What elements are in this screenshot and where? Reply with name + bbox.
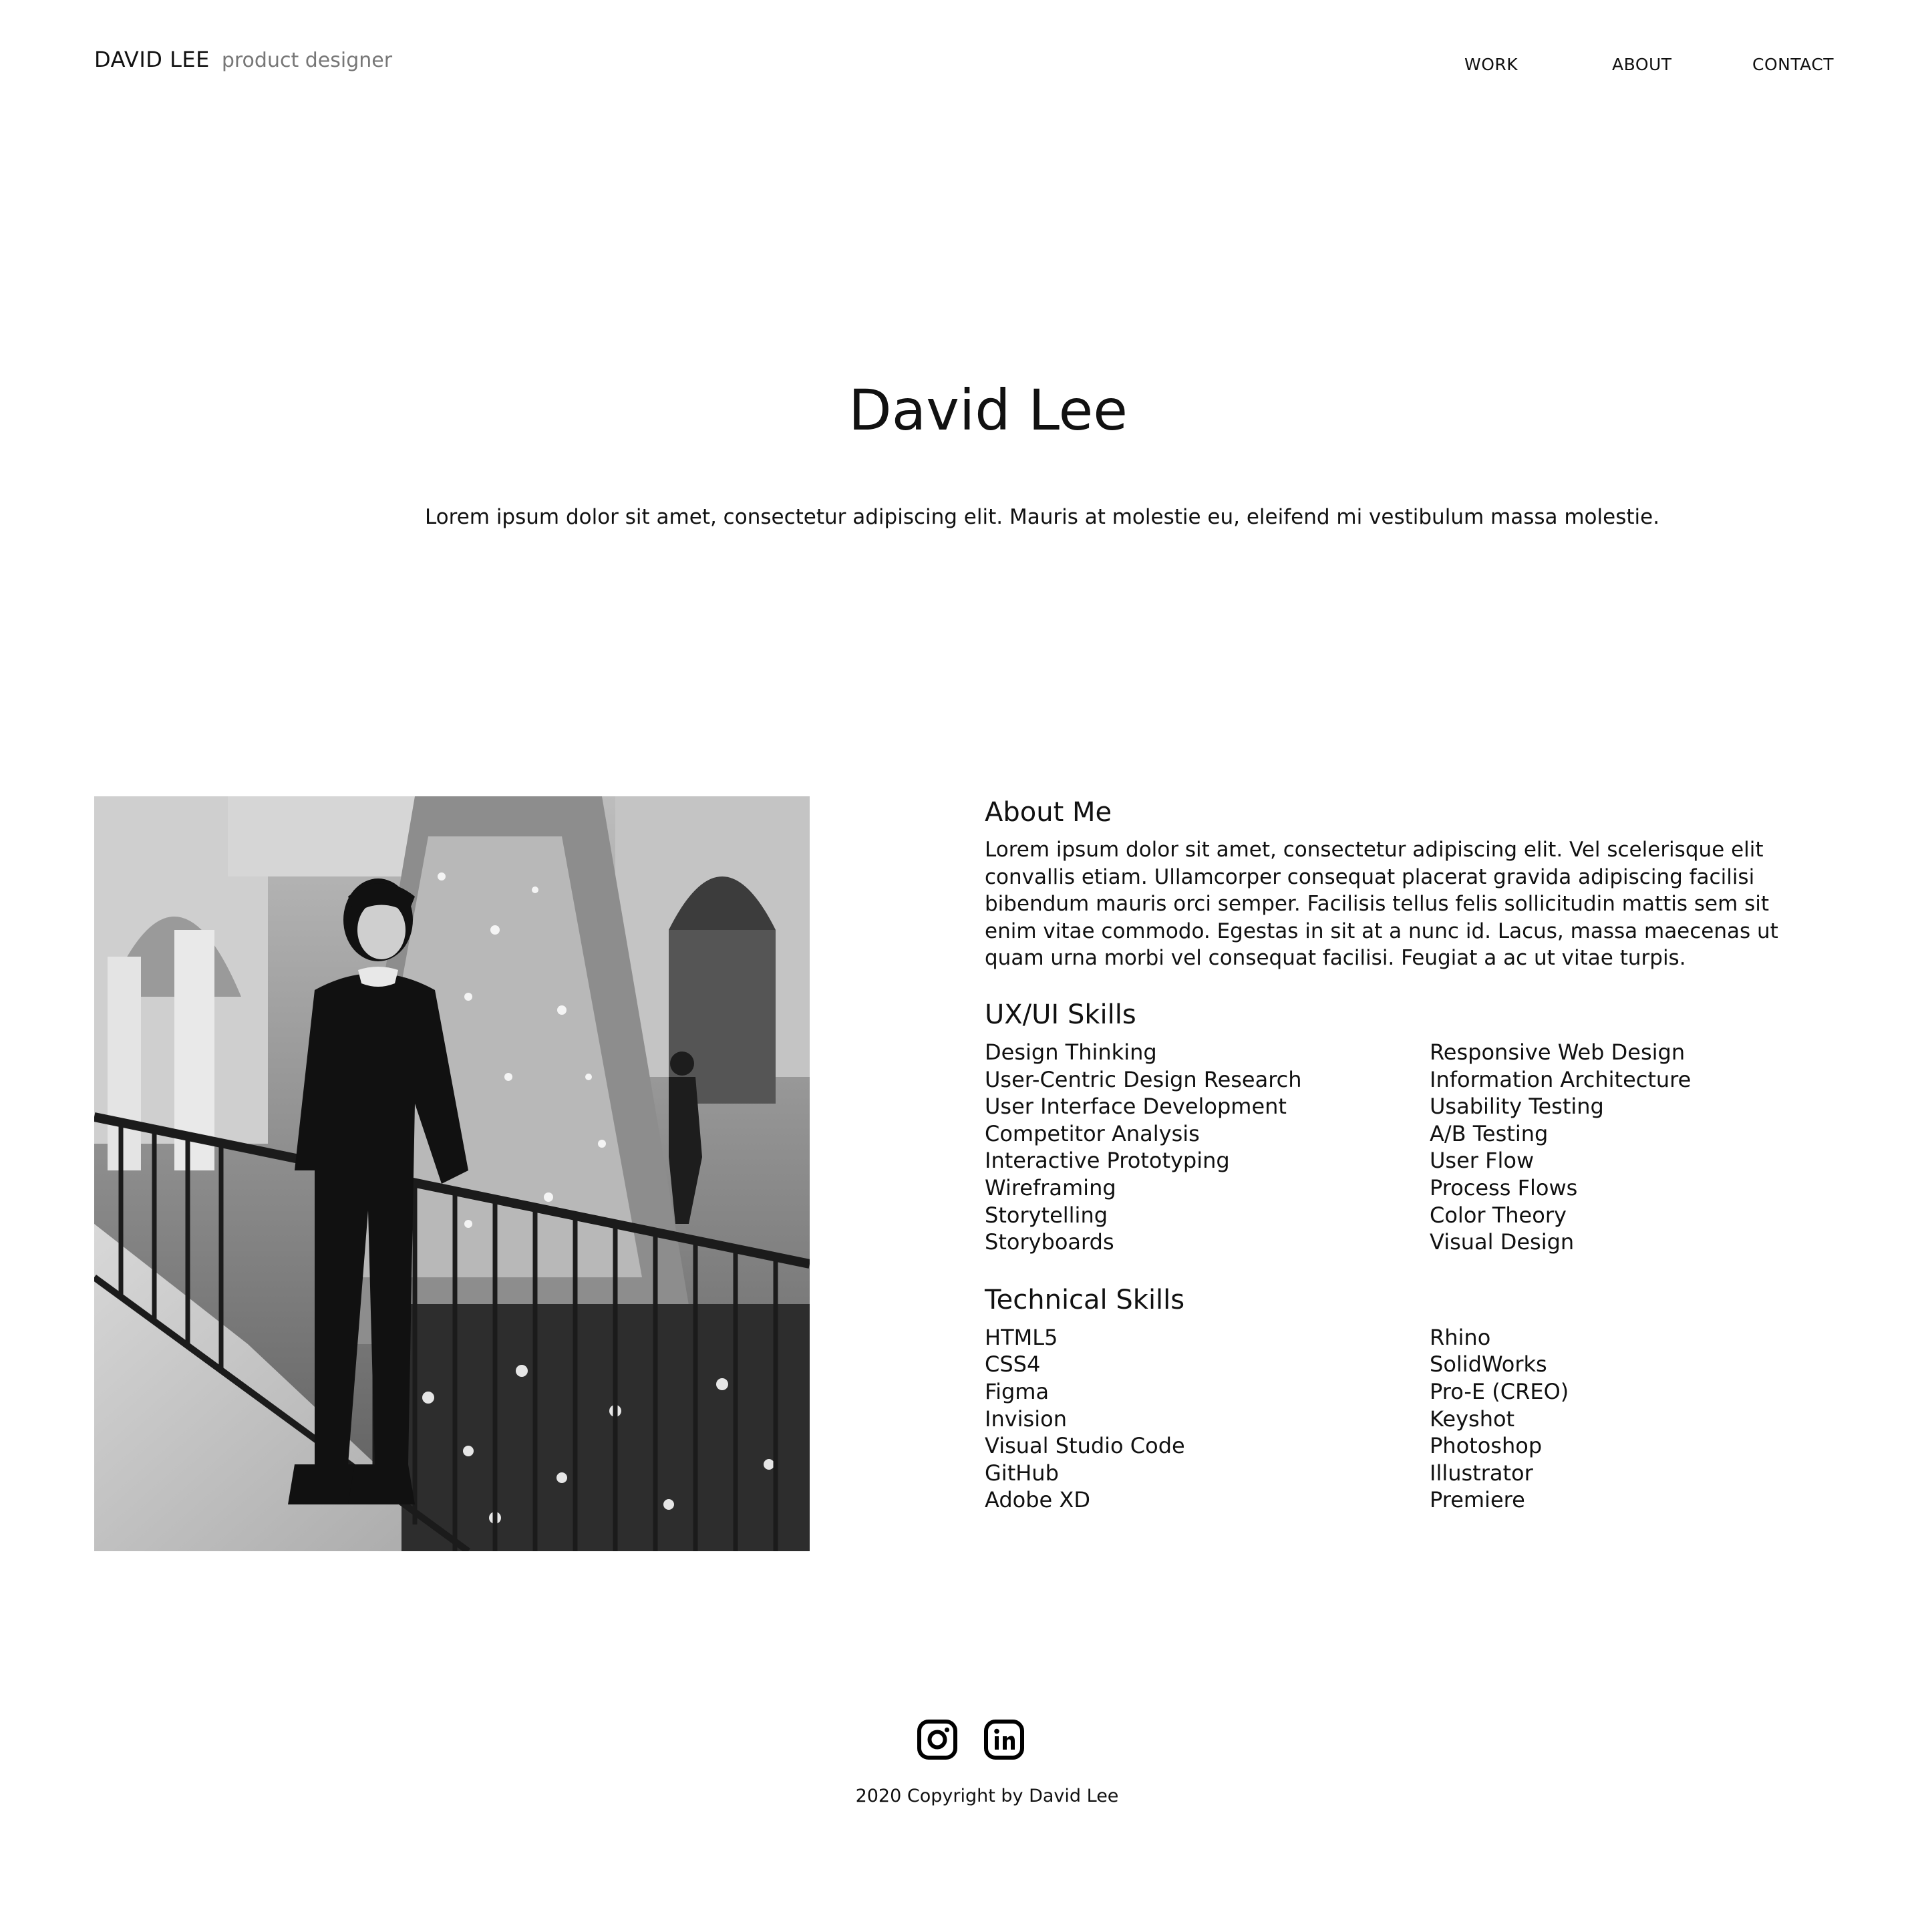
- main-nav: WORK ABOUT CONTACT: [0, 55, 1924, 82]
- portrait-photo: [94, 796, 810, 1551]
- about-heading: About Me: [985, 797, 1112, 828]
- list-item: CSS4: [985, 1351, 1041, 1378]
- ux-skills-right-list: Responsive Web Design Information Archit…: [1430, 1039, 1804, 1256]
- list-item: Visual Design: [1430, 1229, 1575, 1255]
- list-item: Invision: [985, 1406, 1067, 1432]
- ux-skills-section: UX/UI Skills Design Thinking User-Centri…: [985, 997, 1826, 1256]
- about-text: Lorem ipsum dolor sit amet, consectetur …: [985, 838, 1778, 971]
- about-section: About Me Lorem ipsum dolor sit amet, con…: [985, 795, 1826, 1514]
- list-item: User Flow: [1430, 1148, 1535, 1174]
- hero-subtitle: Lorem ipsum dolor sit amet, consectetur …: [424, 505, 1660, 529]
- list-item: Storyboards: [985, 1229, 1114, 1255]
- list-item: Information Architecture: [1430, 1066, 1692, 1092]
- list-item: Figma: [985, 1378, 1050, 1404]
- list-item: Usability Testing: [1430, 1094, 1604, 1120]
- list-item: User-Centric Design Research: [985, 1066, 1302, 1092]
- copyright-text: 2020 Copyright by David Lee: [855, 1786, 1119, 1806]
- list-item: GitHub: [985, 1460, 1059, 1486]
- nav-about[interactable]: ABOUT: [1612, 55, 1672, 74]
- list-item: Adobe XD: [985, 1487, 1090, 1513]
- list-item: HTML5: [985, 1324, 1058, 1350]
- list-item: Competitor Analysis: [985, 1120, 1200, 1146]
- ux-skills-heading: UX/UI Skills: [985, 999, 1136, 1030]
- list-item: Premiere: [1430, 1487, 1525, 1513]
- technical-skills-section: Technical Skills HTML5 CSS4 Figma Invisi…: [985, 1283, 1826, 1514]
- technical-skills-heading: Technical Skills: [985, 1284, 1185, 1315]
- nav-work[interactable]: WORK: [1464, 55, 1518, 74]
- technical-skills-left-list: HTML5 CSS4 Figma Invision Visual Studio …: [985, 1324, 1430, 1514]
- list-item: Process Flows: [1430, 1174, 1578, 1200]
- list-item: Keyshot: [1430, 1406, 1515, 1432]
- list-item: Illustrator: [1430, 1460, 1533, 1486]
- list-item: A/B Testing: [1430, 1120, 1549, 1146]
- page-title: David Lee: [848, 377, 1128, 443]
- list-item: Storytelling: [985, 1202, 1108, 1228]
- list-item: Responsive Web Design: [1430, 1039, 1686, 1065]
- list-item: Visual Studio Code: [985, 1433, 1185, 1459]
- list-item: Photoshop: [1430, 1433, 1543, 1459]
- technical-skills-right-list: Rhino SolidWorks Pro-E (CREO) Keyshot Ph…: [1430, 1324, 1804, 1514]
- linkedin-icon[interactable]: [983, 1718, 1025, 1761]
- nav-contact[interactable]: CONTACT: [1752, 55, 1834, 74]
- ux-skills-left-list: Design Thinking User-Centric Design Rese…: [985, 1039, 1430, 1256]
- list-item: SolidWorks: [1430, 1351, 1547, 1378]
- list-item: Rhino: [1430, 1324, 1491, 1350]
- list-item: Color Theory: [1430, 1202, 1567, 1228]
- instagram-icon[interactable]: [916, 1718, 959, 1761]
- list-item: Interactive Prototyping: [985, 1148, 1230, 1174]
- list-item: Pro-E (CREO): [1430, 1378, 1569, 1404]
- social-links: [916, 1718, 1025, 1761]
- list-item: User Interface Development: [985, 1094, 1287, 1120]
- list-item: Wireframing: [985, 1174, 1116, 1200]
- list-item: Design Thinking: [985, 1039, 1157, 1065]
